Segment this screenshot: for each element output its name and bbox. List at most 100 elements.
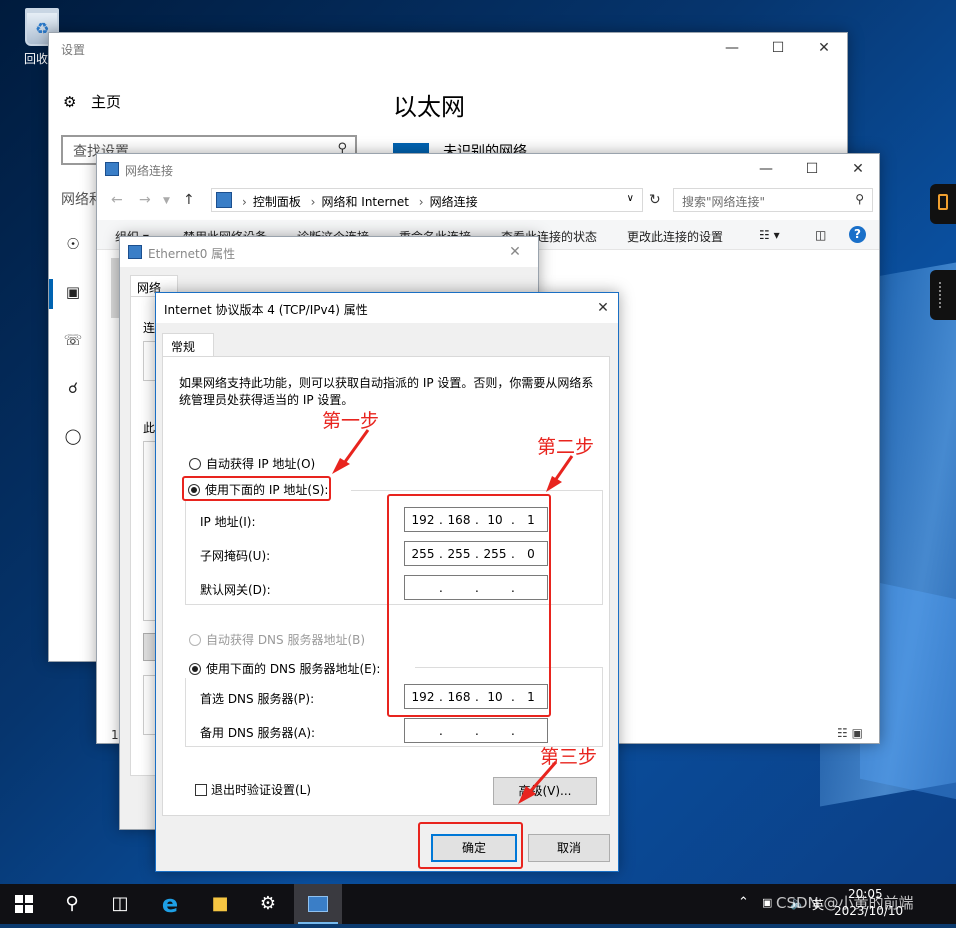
refresh-icon[interactable]: ↻ <box>649 192 661 208</box>
breadcrumb[interactable]: › 控制面板 › 网络和 Internet › 网络连接 ∨ <box>211 188 643 212</box>
auto-dns-radio[interactable]: 自动获得 DNS 服务器地址(B) <box>189 631 365 648</box>
step1-arrow <box>332 429 370 474</box>
ie-button[interactable]: e <box>146 884 194 924</box>
step1-highlight <box>182 476 331 501</box>
maximize-button[interactable]: ☐ <box>789 154 835 184</box>
step2-highlight <box>387 494 551 717</box>
search-icon: ⚲ <box>855 192 864 206</box>
alternate-dns-field[interactable]: ... <box>404 718 548 743</box>
step3-highlight <box>418 822 523 869</box>
step3-arrow <box>518 761 558 804</box>
view-options-icon[interactable]: ☷ ▾ <box>759 228 780 242</box>
checkbox-box <box>195 784 207 796</box>
adapter-icon <box>128 245 142 259</box>
task-view-icon: ◫ <box>111 893 129 914</box>
alternate-dns-label: 备用 DNS 服务器(A): <box>200 726 316 740</box>
proxy-globe-icon[interactable]: ◯ <box>63 427 83 445</box>
radio-dot <box>189 458 201 470</box>
vpn-icon[interactable]: ☌ <box>63 379 83 397</box>
tray-chevron-icon[interactable]: ⌃ <box>738 895 749 910</box>
address-bar: ← → ▼ ↑ › 控制面板 › 网络和 Internet › 网络连接 ∨ ↻ 搜索… <box>105 188 873 214</box>
step2-arrow <box>546 455 574 492</box>
change-settings-command[interactable]: 更改此连接的设置 <box>627 228 723 245</box>
forward-arrow-icon[interactable]: → <box>139 192 151 208</box>
subnet-mask-label: 子网掩码(U): <box>200 549 271 563</box>
ethprops-title: Ethernet0 属性 <box>148 247 236 261</box>
settings-title: 设置 <box>61 43 86 57</box>
close-button[interactable]: ✕ <box>835 154 879 184</box>
manual-dns-radio[interactable]: 使用下面的 DNS 服务器地址(E): <box>189 660 380 677</box>
back-arrow-icon[interactable]: ← <box>111 192 123 208</box>
recent-chevron-icon[interactable]: ▼ <box>163 196 170 206</box>
connect-label: 连 <box>143 321 156 335</box>
auto-dns-label: 自动获得 DNS 服务器地址(B) <box>206 633 366 647</box>
cancel-button[interactable]: 取消 <box>528 834 610 862</box>
control-panel-icon <box>216 192 232 208</box>
settings-titlebar[interactable]: 设置 — ☐ ✕ <box>49 33 847 63</box>
ethprops-titlebar[interactable]: Ethernet0 属性 ✕ <box>120 237 538 267</box>
preview-pane-icon[interactable]: ◫ <box>815 228 826 242</box>
preferred-dns-label: 首选 DNS 服务器(P): <box>200 692 315 706</box>
usb-icon <box>938 194 948 210</box>
start-button[interactable] <box>0 884 48 924</box>
taskbar: ⚲ ◫ e ■ ⚙ ⌃ ▣ 🔈 英 20:05 2023/10/10 CSDN … <box>0 884 956 924</box>
tab-general[interactable]: 常规 <box>162 333 214 357</box>
file-explorer-button[interactable]: ■ <box>196 884 244 924</box>
windows-logo-icon <box>15 895 33 913</box>
network-folder-icon <box>308 896 328 912</box>
help-icon[interactable]: ? <box>849 226 866 243</box>
description-text: 如果网络支持此功能，则可以获取自动指派的 IP 设置。否则，你需要从网络系统管理… <box>179 376 594 407</box>
breadcrumb-item[interactable]: 网络和 Internet <box>321 195 408 209</box>
home-label: 主页 <box>91 93 122 111</box>
meter-icon <box>939 282 945 308</box>
network-folder-icon <box>105 162 119 176</box>
auto-ip-label: 自动获得 IP 地址(O) <box>206 457 316 471</box>
address-dropdown-icon[interactable]: ∨ <box>627 193 634 204</box>
ipv4-titlebar[interactable]: Internet 协议版本 4 (TCP/IPv4) 属性 ✕ <box>156 293 618 323</box>
globe-icon[interactable]: ☉ <box>63 235 83 253</box>
nav-selection-indicator <box>49 279 53 309</box>
up-arrow-icon[interactable]: ↑ <box>183 192 195 208</box>
gateway-label: 默认网关(D): <box>200 583 271 597</box>
netconn-search-placeholder: 搜索"网络连接" <box>682 195 766 209</box>
close-button[interactable]: ✕ <box>500 237 530 267</box>
netconn-search-input[interactable]: 搜索"网络连接" ⚲ <box>673 188 873 212</box>
network-tray-icon[interactable]: ▣ <box>762 896 772 909</box>
close-button[interactable]: ✕ <box>588 293 618 323</box>
close-button[interactable]: ✕ <box>801 33 847 63</box>
item-count: 1 <box>111 728 119 742</box>
search-button[interactable]: ⚲ <box>48 884 96 924</box>
netconn-titlebar[interactable]: 网络连接 — ☐ ✕ <box>97 154 879 184</box>
radio-dot <box>189 634 201 646</box>
maximize-button[interactable]: ☐ <box>755 33 801 63</box>
auto-ip-radio[interactable]: 自动获得 IP 地址(O) <box>189 455 315 472</box>
gear-icon: ⚙ <box>259 893 277 914</box>
side-widget-2[interactable] <box>930 270 956 320</box>
view-toggle-icons[interactable]: ☷ ▣ <box>837 726 863 740</box>
watermark: CSDN @小黄的前端 <box>776 894 914 912</box>
settings-taskbar-button[interactable]: ⚙ <box>244 884 292 924</box>
side-widget-1[interactable] <box>930 184 956 224</box>
ip-address-label: IP 地址(I): <box>200 515 256 529</box>
breadcrumb-item[interactable]: 网络连接 <box>430 195 478 209</box>
radio-dot-selected <box>189 663 201 675</box>
gear-icon: ⚙ <box>63 93 77 111</box>
ipv4-title: Internet 协议版本 4 (TCP/IPv4) 属性 <box>164 303 368 317</box>
ethernet-icon[interactable]: ▣ <box>63 283 83 301</box>
search-icon: ⚲ <box>65 893 79 914</box>
task-view-button[interactable]: ◫ <box>96 884 144 924</box>
internet-explorer-icon: e <box>161 890 179 918</box>
folder-icon: ■ <box>211 893 229 914</box>
validate-checkbox[interactable]: 退出时验证设置(L) <box>195 781 311 798</box>
page-title: 以太网 <box>393 93 465 121</box>
breadcrumb-item[interactable]: 控制面板 <box>253 195 301 209</box>
netconn-title: 网络连接 <box>125 164 174 178</box>
desktop: 回收站 设置 — ☐ ✕ ⚙主页 查找设置 ⚲ 网络和 ☉ ▣ ☏ ☌ ◯ 以太… <box>0 0 956 884</box>
minimize-button[interactable]: — <box>743 154 789 184</box>
dialup-icon[interactable]: ☏ <box>63 331 83 349</box>
items-label: 此 <box>143 421 156 435</box>
home-link[interactable]: ⚙ 主页 <box>63 91 121 112</box>
minimize-button[interactable]: — <box>709 33 755 63</box>
validate-label: 退出时验证设置(L) <box>211 783 312 797</box>
network-connections-taskbar-button[interactable] <box>294 884 342 924</box>
